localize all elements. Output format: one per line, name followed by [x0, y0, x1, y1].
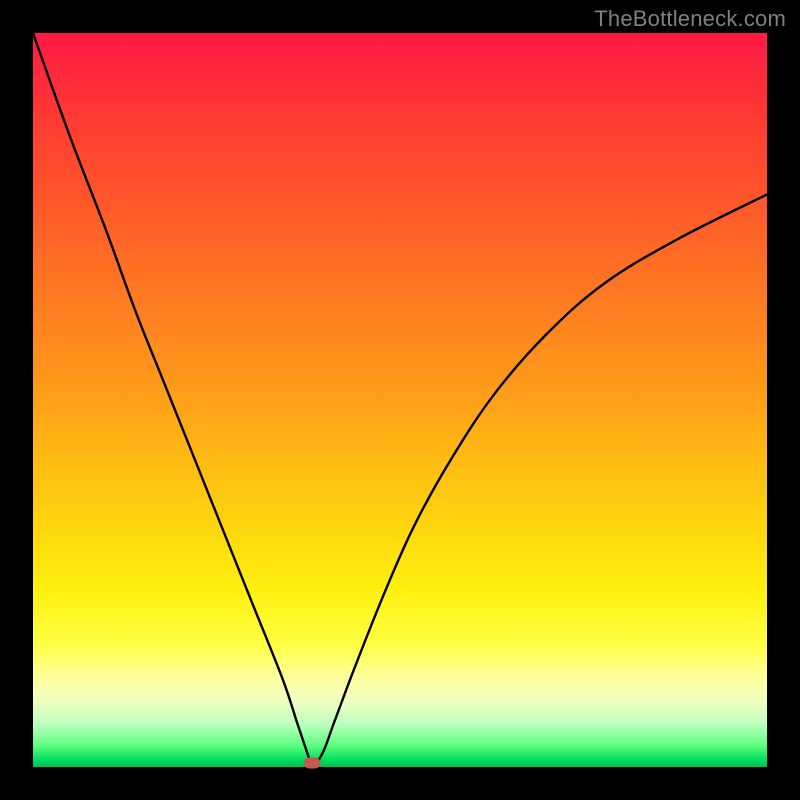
watermark-text: TheBottleneck.com [594, 6, 786, 32]
bottleneck-curve [33, 33, 767, 767]
chart-plot-area [33, 33, 767, 767]
minimum-marker [303, 758, 320, 769]
